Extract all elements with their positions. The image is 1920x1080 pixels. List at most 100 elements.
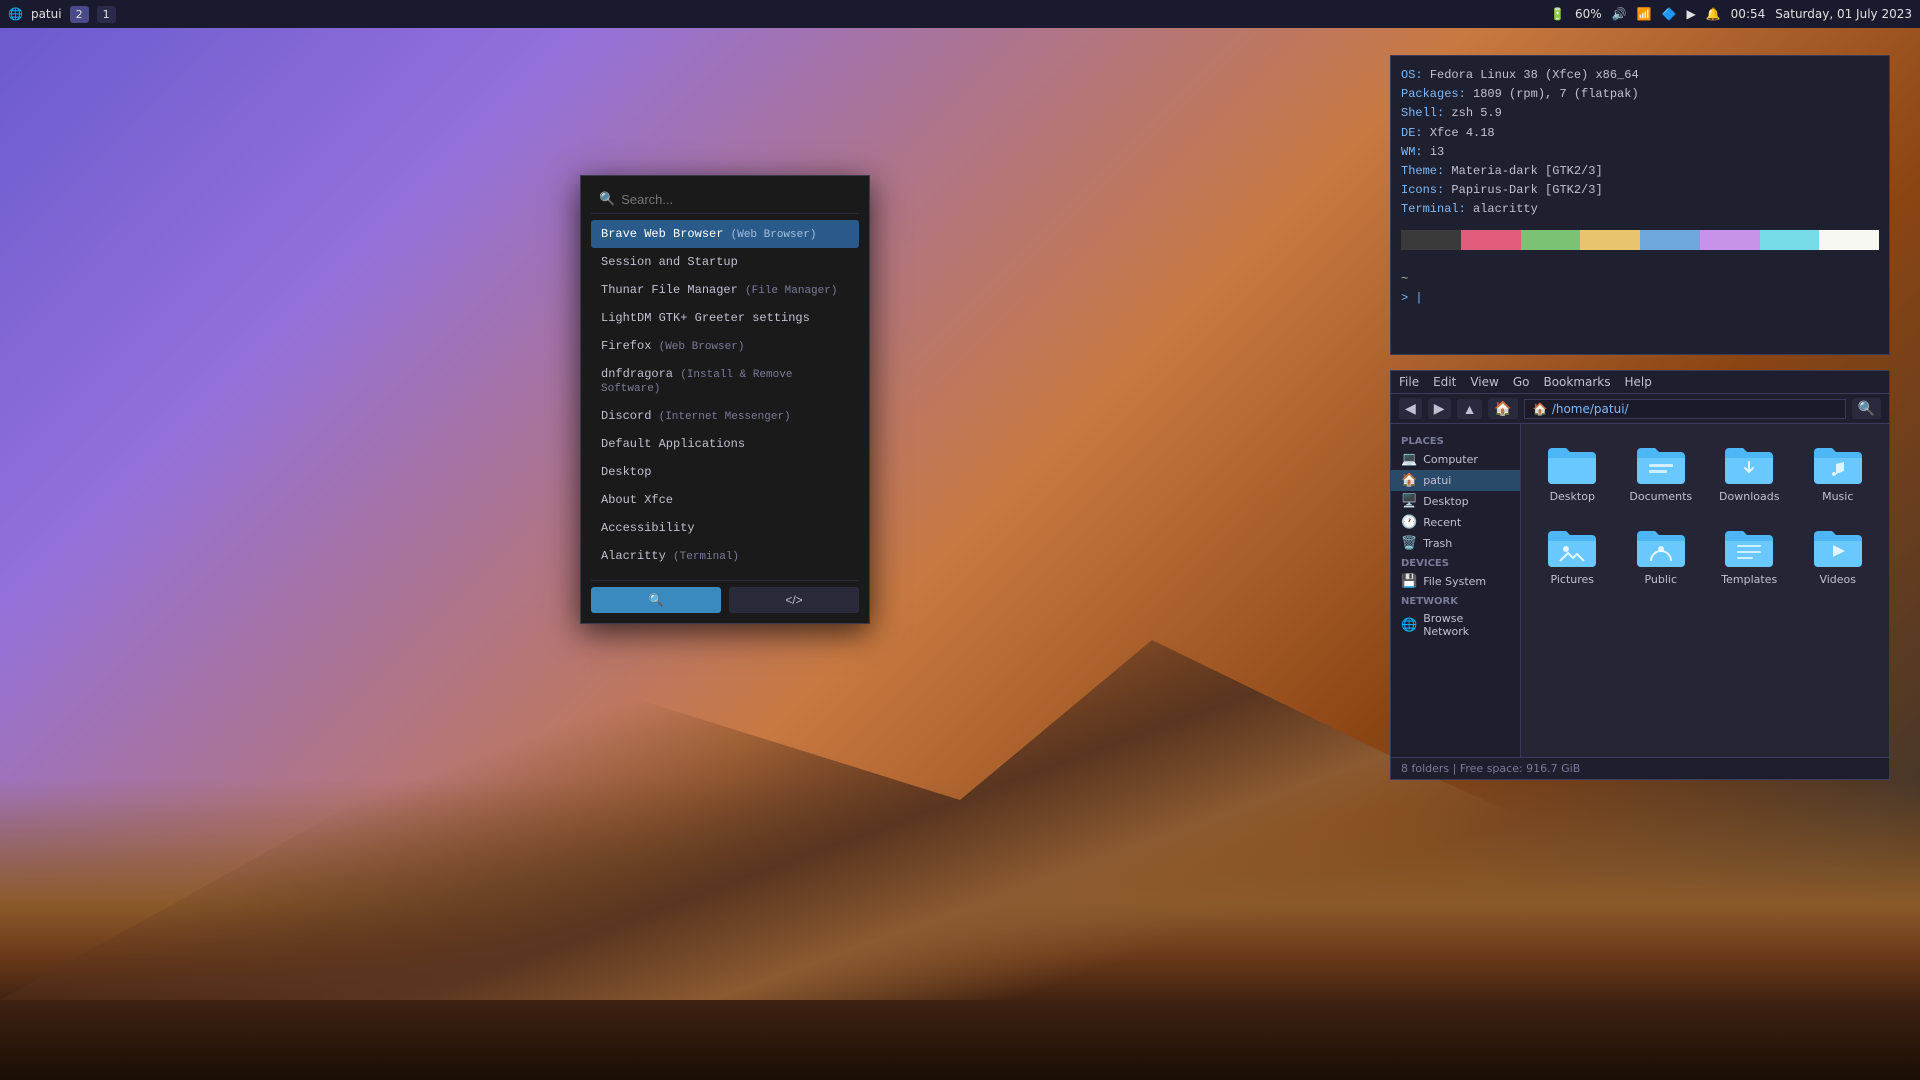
home-icon: 🏠 [1401, 473, 1417, 488]
network-icon[interactable]: 📶 [1637, 7, 1652, 21]
fm-menu-go[interactable]: Go [1513, 375, 1530, 389]
os-label: OS: [1401, 68, 1430, 82]
desktop-icon: 🖥️ [1401, 494, 1417, 509]
sidebar-label-computer: Computer [1423, 453, 1478, 466]
launcher-item-label-1: Session and Startup [601, 255, 738, 269]
fm-home-button[interactable]: 🏠 [1488, 398, 1517, 419]
launcher-item-3[interactable]: LightDM GTK+ Greeter settings [591, 304, 859, 332]
folder-desktop-label: Desktop [1550, 490, 1595, 503]
folder-documents-icon [1635, 442, 1687, 486]
folder-music-label: Music [1822, 490, 1853, 503]
sidebar-item-recent[interactable]: 🕐 Recent [1391, 512, 1520, 533]
fm-menu-file[interactable]: File [1399, 375, 1419, 389]
sidebar-item-trash[interactable]: 🗑️ Trash [1391, 533, 1520, 554]
launcher-search-input[interactable] [621, 192, 851, 207]
folder-public[interactable]: Public [1622, 519, 1701, 592]
launcher-item-11[interactable]: Alacritty (Terminal) [591, 542, 859, 570]
places-label: Places [1391, 432, 1520, 449]
launcher-item-1[interactable]: Session and Startup [591, 248, 859, 276]
notification-icon[interactable]: 🔔 [1706, 7, 1721, 21]
sidebar-label-filesystem: File System [1423, 575, 1486, 588]
folder-desktop[interactable]: Desktop [1533, 436, 1612, 509]
fm-path-text: /home/patui/ [1552, 402, 1629, 416]
sidebar-item-filesystem[interactable]: 💾 File System [1391, 571, 1520, 592]
fm-menu-edit[interactable]: Edit [1433, 375, 1456, 389]
fm-path-bar[interactable]: 🏠 /home/patui/ [1524, 399, 1846, 419]
launcher-item-type-11: (Terminal) [673, 551, 739, 563]
color-swatches [1401, 230, 1879, 250]
fm-menu-help[interactable]: Help [1625, 375, 1652, 389]
shell-value: zsh 5.9 [1451, 106, 1501, 120]
launcher-item-2[interactable]: Thunar File Manager (File Manager) [591, 276, 859, 304]
launcher-item-6[interactable]: Discord (Internet Messenger) [591, 402, 859, 430]
workspace-1[interactable]: 2 [70, 6, 89, 23]
filesystem-icon: 💾 [1401, 574, 1417, 589]
app-launcher: 🔍 Brave Web Browser (Web Browser) Session… [580, 175, 870, 624]
launcher-item-type-4: (Web Browser) [659, 341, 745, 353]
folder-videos-label: Videos [1819, 573, 1856, 586]
launcher-item-0[interactable]: Brave Web Browser (Web Browser) [591, 220, 859, 248]
launcher-item-label-7: Default Applications [601, 437, 745, 451]
sidebar-item-desktop[interactable]: 🖥️ Desktop [1391, 491, 1520, 512]
swatch-1 [1461, 230, 1521, 250]
folder-public-label: Public [1644, 573, 1677, 586]
sidebar-label-patui: patui [1423, 474, 1451, 487]
workspace-2[interactable]: 1 [97, 6, 116, 23]
launcher-item-5[interactable]: dnfdragora (Install & Remove Software) [591, 360, 859, 402]
filemanager-window: File Edit View Go Bookmarks Help ◀ ▶ ▲ 🏠… [1390, 370, 1890, 780]
sidebar-item-browse-network[interactable]: 🌐 Browse Network [1391, 609, 1520, 641]
folder-downloads[interactable]: Downloads [1710, 436, 1789, 509]
folder-music-icon [1812, 442, 1864, 486]
fm-up-button[interactable]: ▲ [1457, 399, 1483, 419]
bluetooth-icon[interactable]: 🔷 [1662, 7, 1677, 21]
launcher-footer: 🔍 </> [591, 580, 859, 613]
sidebar-label-trash: Trash [1423, 537, 1452, 550]
fm-main-area: Desktop Documents [1521, 424, 1889, 757]
fm-menu-view[interactable]: View [1470, 375, 1498, 389]
folder-public-icon [1635, 525, 1687, 569]
launcher-run-button[interactable]: </> [729, 587, 859, 613]
folder-documents[interactable]: Documents [1622, 436, 1701, 509]
terminal-content: OS: Fedora Linux 38 (Xfce) x86_64 Packag… [1391, 56, 1889, 318]
swatch-0 [1401, 230, 1461, 250]
folder-music[interactable]: Music [1799, 436, 1878, 509]
launcher-search-button[interactable]: 🔍 [591, 587, 721, 613]
arrow-icon[interactable]: ▶ [1686, 7, 1695, 21]
trash-icon: 🗑️ [1401, 536, 1417, 551]
fm-toolbar: ◀ ▶ ▲ 🏠 🏠 /home/patui/ 🔍 [1391, 394, 1889, 424]
fm-search-button[interactable]: 🔍 [1852, 398, 1881, 419]
prompt-tilde: ~ [1401, 272, 1408, 286]
recent-icon: 🕐 [1401, 515, 1417, 530]
launcher-item-9[interactable]: About Xfce [591, 486, 859, 514]
folder-downloads-icon [1723, 442, 1775, 486]
launcher-item-8[interactable]: Desktop [591, 458, 859, 486]
fm-menu-bookmarks[interactable]: Bookmarks [1543, 375, 1610, 389]
launcher-item-4[interactable]: Firefox (Web Browser) [591, 332, 859, 360]
launcher-item-label-4: Firefox (Web Browser) [601, 339, 744, 353]
terminal-prompt[interactable]: ~ > | [1401, 270, 1879, 308]
folder-videos[interactable]: Videos [1799, 519, 1878, 592]
fm-body: Places 💻 Computer 🏠 patui 🖥️ Desktop 🕐 R… [1391, 424, 1889, 757]
swatch-3 [1580, 230, 1640, 250]
launcher-item-type-2: (File Manager) [745, 285, 837, 297]
shell-label: Shell: [1401, 106, 1451, 120]
launcher-search-bar: 🔍 [591, 186, 859, 214]
taskbar: 🌐 patui 2 1 🔋 60% 🔊 📶 🔷 ▶ 🔔 00:54 Saturd… [0, 0, 1920, 28]
battery-level: 60% [1575, 7, 1602, 21]
fm-forward-button[interactable]: ▶ [1428, 398, 1451, 419]
launcher-item-type-0: (Web Browser) [731, 229, 817, 241]
volume-icon[interactable]: 🔊 [1612, 7, 1627, 21]
fm-back-button[interactable]: ◀ [1399, 398, 1422, 419]
folder-pictures[interactable]: Pictures [1533, 519, 1612, 592]
fm-statusbar: 8 folders | Free space: 916.7 GiB [1391, 757, 1889, 779]
launcher-item-10[interactable]: Accessibility [591, 514, 859, 542]
clock: 00:54 [1731, 7, 1766, 21]
sidebar-item-computer[interactable]: 💻 Computer [1391, 449, 1520, 470]
network-label: Network [1391, 592, 1520, 609]
launcher-item-type-5: (Install & Remove Software) [601, 369, 792, 395]
folder-templates[interactable]: Templates [1710, 519, 1789, 592]
launcher-item-7[interactable]: Default Applications [591, 430, 859, 458]
launcher-item-label-2: Thunar File Manager (File Manager) [601, 283, 837, 297]
icons-label: Icons: [1401, 183, 1451, 197]
sidebar-item-patui[interactable]: 🏠 patui [1391, 470, 1520, 491]
